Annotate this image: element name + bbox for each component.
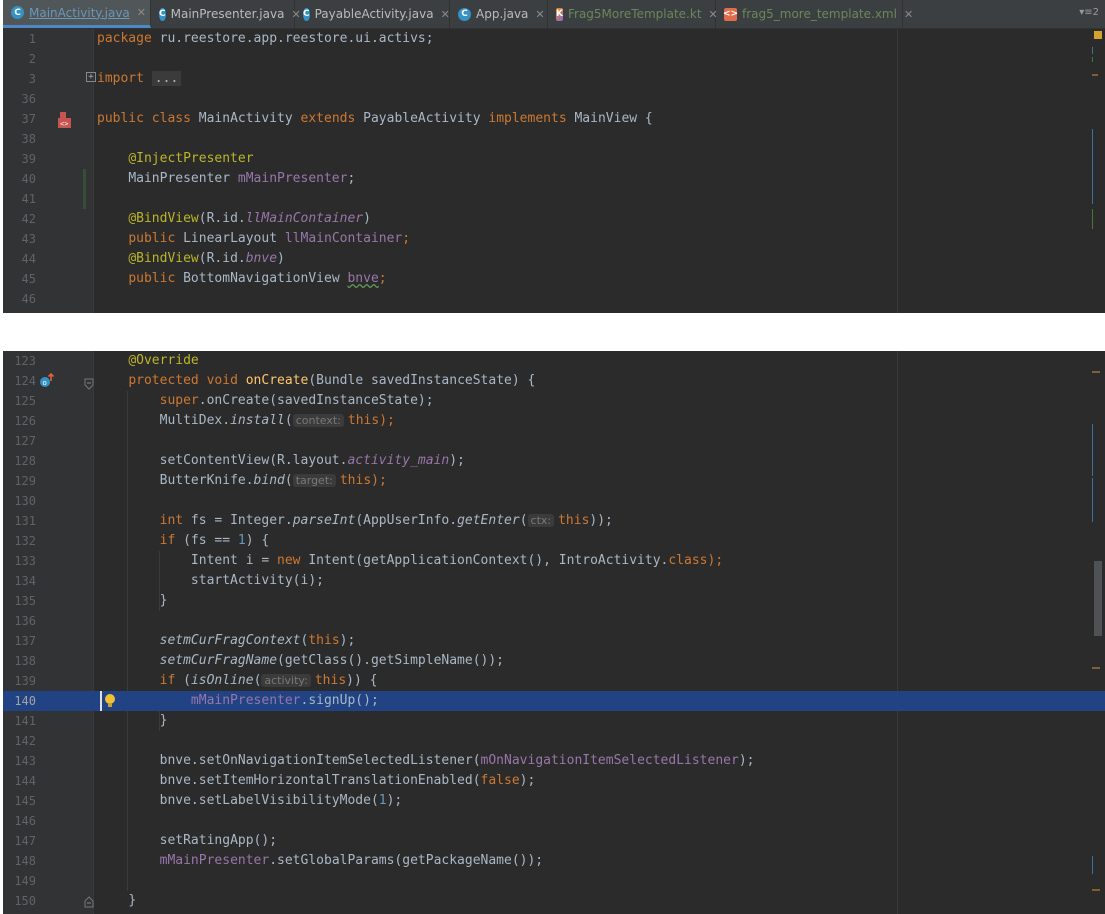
code-line[interactable]: 44 @BindView(R.id.bnve) — [3, 249, 1105, 269]
class-icon: C — [11, 6, 24, 19]
tab-payable-activity[interactable]: C PayableActivity.java ✕ — [295, 0, 450, 28]
code-line[interactable]: 148 mMainPresenter.setGlobalParams(getPa… — [3, 851, 1105, 871]
code-line[interactable]: 41 — [3, 189, 1105, 209]
code-line[interactable]: 40 MainPresenter mMainPresenter; — [3, 169, 1105, 189]
code-line[interactable]: 147 setRatingApp(); — [3, 831, 1105, 851]
code-line[interactable]: 144 bnve.setItemHorizontalTranslationEna… — [3, 771, 1105, 791]
text-caret — [100, 691, 102, 711]
code-line[interactable]: 133 Intent i = new Intent(getApplication… — [3, 551, 1105, 571]
code-line[interactable]: 42 @BindView(R.id.llMainContainer) — [3, 209, 1105, 229]
tab-main-activity[interactable]: C MainActivity.java ✕ — [3, 0, 151, 28]
code-line[interactable]: 141 } — [3, 711, 1105, 731]
close-tab-icon[interactable]: ✕ — [904, 8, 913, 21]
code-line[interactable]: 145 bnve.setLabelVisibilityMode(1); — [3, 791, 1105, 811]
code-line[interactable]: 149 — [3, 871, 1105, 891]
code-line[interactable]: 2 — [3, 49, 1105, 69]
code-line[interactable]: 39 @InjectPresenter — [3, 149, 1105, 169]
code-line[interactable]: 139 if (isOnline(activity: this)) { — [3, 671, 1105, 691]
class-icon: C — [458, 7, 471, 21]
close-tab-icon[interactable]: ✕ — [441, 8, 450, 21]
parameter-hint: target: — [292, 474, 336, 487]
tab-label: frag5_more_template.xml — [742, 7, 897, 21]
parameter-hint: context: — [292, 414, 344, 427]
tab-label: Frag5MoreTemplate.kt — [567, 7, 702, 21]
code-line[interactable]: 130 — [3, 491, 1105, 511]
code-line[interactable]: 123 @Override — [3, 351, 1105, 371]
code-line-current[interactable]: 140 mMainPresenter.signUp(); — [3, 691, 1105, 711]
code-line[interactable]: 142 — [3, 731, 1105, 751]
code-line[interactable]: 36 — [3, 89, 1105, 109]
editor-pane-top: C MainActivity.java ✕ C MainPresenter.ja… — [3, 0, 1105, 313]
close-tab-icon[interactable]: ✕ — [535, 8, 544, 21]
kotlin-file-icon: K — [556, 7, 563, 21]
code-line[interactable]: 128 setContentView(R.layout.activity_mai… — [3, 451, 1105, 471]
code-line[interactable]: 138 setmCurFragName(getClass().getSimple… — [3, 651, 1105, 671]
code-line[interactable]: 129 ButterKnife.bind(target: this); — [3, 471, 1105, 491]
code-line[interactable]: 143 bnve.setOnNavigationItemSelectedList… — [3, 751, 1105, 771]
close-tab-icon[interactable]: ✕ — [137, 6, 146, 19]
code-line[interactable]: 43 public LinearLayout llMainContainer; — [3, 229, 1105, 249]
tab-label: MainActivity.java — [29, 5, 130, 20]
lightbulb-icon[interactable] — [103, 692, 117, 710]
tab-main-presenter[interactable]: C MainPresenter.java ✕ — [151, 0, 301, 28]
parameter-hint: activity: — [261, 674, 311, 687]
code-line[interactable]: 146 — [3, 811, 1105, 831]
code-line[interactable]: 135 } — [3, 591, 1105, 611]
code-line[interactable]: 126 MultiDex.install(context: this); — [3, 411, 1105, 431]
editor-pane-bottom: o 123 @Override 124 protected void onCre… — [3, 351, 1105, 914]
code-editor-bottom[interactable]: o 123 @Override 124 protected void onCre… — [3, 351, 1105, 914]
tab-app[interactable]: C App.java ✕ — [450, 0, 548, 28]
tab-frag5-more-template-kt[interactable]: K Frag5MoreTemplate.kt ✕ — [548, 0, 718, 28]
folded-imports[interactable]: ... — [151, 71, 182, 86]
code-line[interactable]: 1 package ru.reestore.app.reestore.ui.act… — [3, 29, 1105, 49]
parameter-hint: ctx: — [527, 514, 555, 527]
tab-overflow-menu[interactable]: ▾≡2 — [1079, 7, 1099, 18]
code-line[interactable]: 136 — [3, 611, 1105, 631]
code-editor-top[interactable]: <> + 1 package ru.reestore.app.reestore.u… — [3, 29, 1105, 313]
code-line[interactable]: 45 public BottomNavigationView bnve; — [3, 269, 1105, 289]
code-line[interactable]: 124 protected void onCreate(Bundle saved… — [3, 371, 1105, 391]
class-icon: C — [303, 7, 310, 21]
tab-label: PayableActivity.java — [314, 7, 434, 21]
code-line[interactable]: 38 — [3, 129, 1105, 149]
xml-file-icon: <> — [722, 7, 739, 21]
code-line[interactable]: 137 setmCurFragContext(this); — [3, 631, 1105, 651]
code-line[interactable]: 134 startActivity(i); — [3, 571, 1105, 591]
code-line[interactable]: 125 super.onCreate(savedInstanceState); — [3, 391, 1105, 411]
editor-tab-bar: C MainActivity.java ✕ C MainPresenter.ja… — [3, 0, 1105, 29]
code-line[interactable]: 3 import ... — [3, 69, 1105, 89]
tab-overflow-count: 2 — [1092, 7, 1099, 18]
code-line[interactable]: 131 int fs = Integer.parseInt(AppUserInf… — [3, 511, 1105, 531]
code-line[interactable]: 127 — [3, 431, 1105, 451]
tab-label: MainPresenter.java — [170, 7, 285, 21]
tab-frag5-more-template-xml[interactable]: <> frag5_more_template.xml ✕ — [716, 0, 913, 28]
code-line[interactable]: 37 public class MainActivity extends Paya… — [3, 109, 1105, 129]
code-line[interactable]: 46 — [3, 289, 1105, 309]
code-line[interactable]: 132 if (fs == 1) { — [3, 531, 1105, 551]
class-icon: C — [159, 7, 166, 21]
code-line[interactable]: 150 } — [3, 891, 1105, 911]
tab-label: App.java — [476, 7, 529, 21]
